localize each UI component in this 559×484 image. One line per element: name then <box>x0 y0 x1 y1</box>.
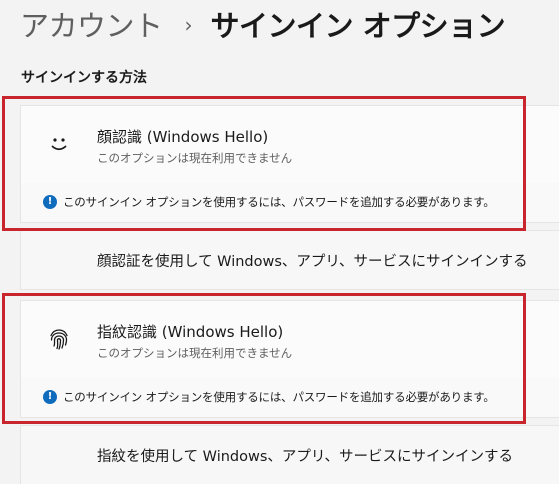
face-recognition-status: このオプションは現在利用できません <box>97 151 293 165</box>
fingerprint-warning-text: このサインイン オプションを使用するには、パスワードを追加する必要があります。 <box>63 390 495 404</box>
fingerprint-recognition-warning: ! このサインイン オプションを使用するには、パスワードを追加する必要があります… <box>20 378 559 418</box>
face-warning-text: このサインイン オプションを使用するには、パスワードを追加する必要があります。 <box>63 195 495 209</box>
section-title: サインインする方法 <box>21 70 147 86</box>
fingerprint-recognition-description: 指紋を使用して Windows、アプリ、サービスにサインインする <box>20 425 559 484</box>
fingerprint-description-text: 指紋を使用して Windows、アプリ、サービスにサインインする <box>97 449 514 465</box>
fingerprint-recognition-title: 指紋認識 (Windows Hello) <box>97 323 284 341</box>
face-recognition-expander[interactable]: 顔認識 (Windows Hello) このオプションは現在利用できません <box>20 105 559 185</box>
breadcrumb: アカウント › サインイン オプション <box>20 2 506 46</box>
breadcrumb-accounts-link[interactable]: アカウント <box>20 3 163 45</box>
settings-page: アカウント › サインイン オプション サインインする方法 顔認識 (Windo… <box>0 0 559 484</box>
fingerprint-recognition-status: このオプションは現在利用できません <box>97 346 293 360</box>
fingerprint-recognition-expander[interactable]: 指紋認識 (Windows Hello) このオプションは現在利用できません <box>20 300 559 380</box>
face-smile-icon <box>47 132 71 156</box>
face-recognition-title: 顔認識 (Windows Hello) <box>97 128 269 146</box>
face-description-text: 顔認証を使用して Windows、アプリ、サービスにサインインする <box>97 254 528 270</box>
page-title: サインイン オプション <box>210 9 506 43</box>
face-recognition-description: 顔認証を使用して Windows、アプリ、サービスにサインインする <box>20 230 559 290</box>
breadcrumb-separator-icon: › <box>184 13 193 37</box>
face-recognition-warning: ! このサインイン オプションを使用するには、パスワードを追加する必要があります… <box>20 183 559 223</box>
info-icon: ! <box>43 195 57 209</box>
info-icon: ! <box>43 390 57 404</box>
fingerprint-icon <box>47 327 71 351</box>
